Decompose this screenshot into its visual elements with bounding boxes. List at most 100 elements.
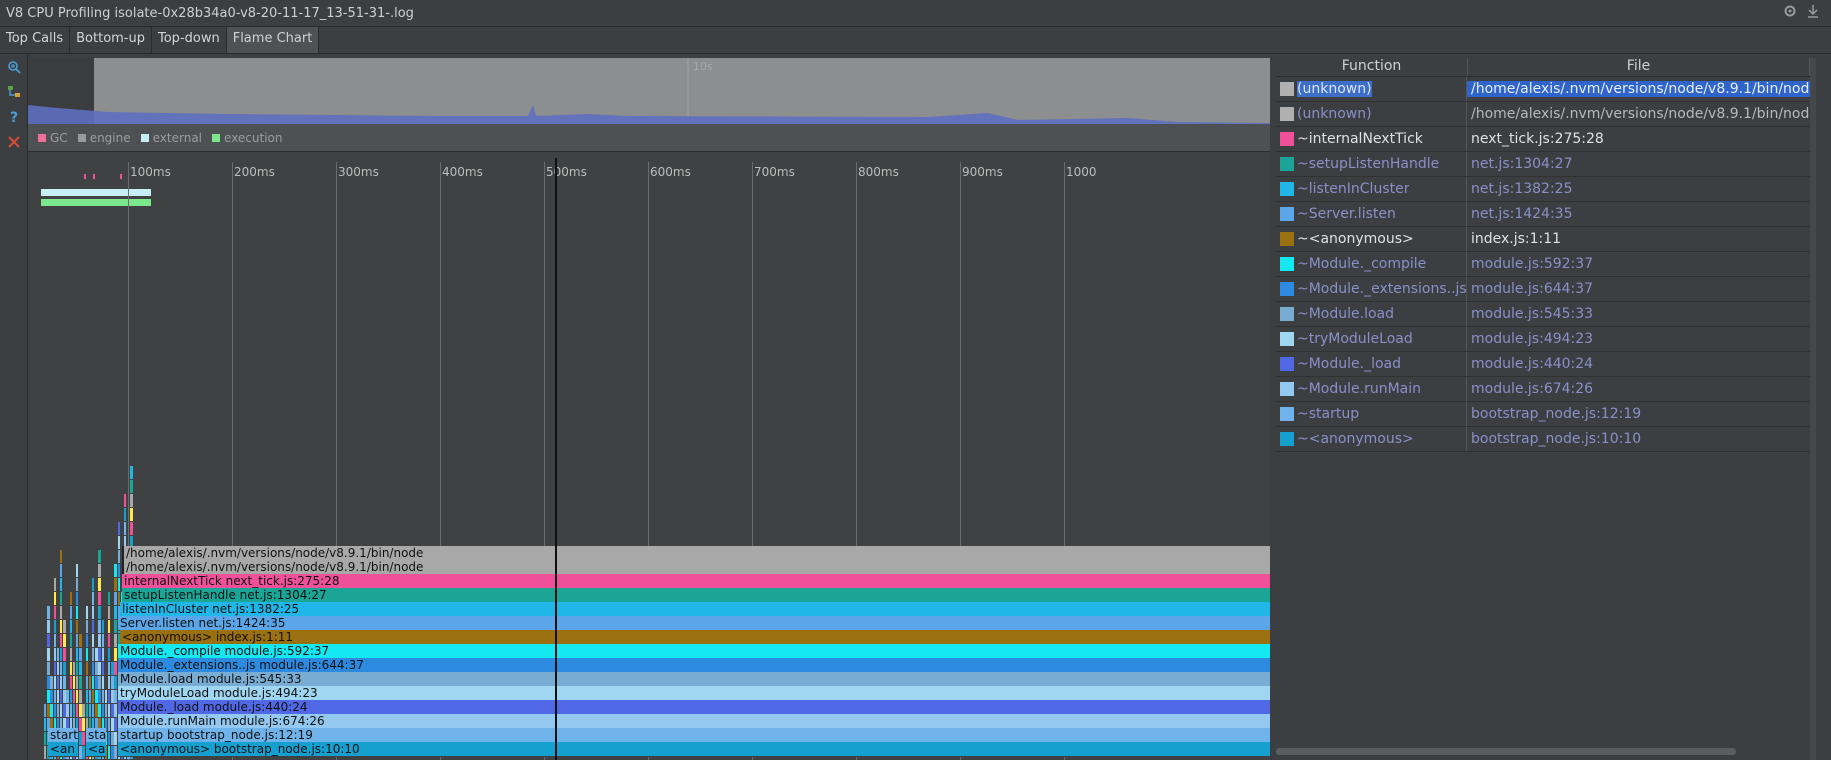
stack-frame[interactable] <box>114 620 117 633</box>
stack-frame[interactable] <box>69 648 72 661</box>
stack-frame[interactable] <box>69 704 72 717</box>
stack-frame[interactable] <box>53 704 56 717</box>
stack-frame[interactable] <box>69 676 72 689</box>
stack-frame[interactable] <box>92 704 95 717</box>
stack-frame[interactable] <box>76 690 79 703</box>
stack-frame[interactable] <box>108 718 111 731</box>
flame-frame[interactable]: Module._extensions..js module.js:644:37 <box>118 658 1270 673</box>
flame-frame[interactable]: setupListenHandle net.js:1304:27 <box>122 588 1270 603</box>
stack-frame[interactable] <box>130 466 133 479</box>
stack-frame[interactable] <box>72 704 76 717</box>
stack-frame[interactable] <box>117 536 120 549</box>
stack-frame[interactable] <box>98 578 101 591</box>
stack-frame[interactable] <box>72 690 76 703</box>
stack-frame[interactable] <box>114 578 117 591</box>
stack-frame[interactable] <box>114 746 117 759</box>
function-row[interactable]: ~listenInCluster net.js:1382:25 <box>1276 177 1810 202</box>
time-cursor[interactable] <box>555 158 557 760</box>
stack-frame[interactable] <box>60 550 63 563</box>
stack-frame[interactable] <box>101 620 104 633</box>
stack-frame[interactable] <box>44 704 47 717</box>
stack-frame[interactable] <box>60 704 63 717</box>
help-icon[interactable]: ? <box>0 104 27 129</box>
flame-frame[interactable]: /home/alexis/.nvm/versions/node/v8.9.1/b… <box>122 546 1270 561</box>
stack-frame[interactable] <box>108 606 111 619</box>
stack-frame[interactable] <box>60 606 63 619</box>
flame-frame[interactable]: Server.listen net.js:1424:35 <box>118 616 1270 631</box>
flame-frame[interactable]: <anonymous> bootstrap_node.js:10:10 <box>118 742 1270 757</box>
tab-flame-chart[interactable]: Flame Chart <box>226 27 320 53</box>
stack-frame[interactable] <box>53 606 56 619</box>
stack-frame[interactable] <box>79 662 82 675</box>
stack-frame[interactable] <box>76 676 79 689</box>
stack-frame[interactable] <box>111 746 114 759</box>
stack-frame[interactable] <box>111 676 114 689</box>
stack-frame[interactable] <box>98 592 101 605</box>
stack-frame[interactable] <box>92 578 95 591</box>
stack-frame[interactable] <box>44 718 47 731</box>
stack-frame[interactable] <box>98 662 101 675</box>
function-row[interactable]: ~startup bootstrap_node.js:12:19 <box>1276 402 1810 427</box>
stack-frame[interactable] <box>92 606 95 619</box>
function-row[interactable]: ~Module.runMain module.js:674:26 <box>1276 377 1810 402</box>
stack-frame[interactable] <box>117 578 120 591</box>
stack-frame[interactable] <box>85 606 88 619</box>
stack-frame[interactable] <box>98 606 101 619</box>
stack-frame[interactable] <box>50 676 53 689</box>
flame-frame-small[interactable]: <an <box>48 742 78 757</box>
stack-frame[interactable] <box>114 662 117 675</box>
stack-frame[interactable] <box>88 676 92 689</box>
stack-frame[interactable] <box>76 620 79 633</box>
stack-frame[interactable] <box>104 690 108 703</box>
stack-frame[interactable] <box>108 732 111 745</box>
stack-frame[interactable] <box>92 662 95 675</box>
stack-frame[interactable] <box>108 746 111 759</box>
flame-frame[interactable]: internalNextTick next_tick.js:275:28 <box>122 574 1270 589</box>
stack-frame[interactable] <box>98 564 101 577</box>
stack-frame[interactable] <box>66 704 69 717</box>
stack-frame[interactable] <box>44 732 47 745</box>
stack-frame[interactable] <box>85 648 88 661</box>
stack-frame[interactable] <box>130 494 133 507</box>
flame-frame[interactable]: startup bootstrap_node.js:12:19 <box>118 728 1270 743</box>
stack-frame[interactable] <box>111 704 114 717</box>
stack-frame[interactable] <box>60 578 63 591</box>
flame-frame[interactable]: tryModuleLoad module.js:494:23 <box>118 686 1270 701</box>
stack-frame[interactable] <box>130 508 133 521</box>
stack-frame[interactable] <box>92 690 95 703</box>
stack-frame[interactable] <box>63 690 66 703</box>
flame-frame-small[interactable]: <a <box>86 742 106 757</box>
stack-frame[interactable] <box>47 704 50 717</box>
stack-frame[interactable] <box>92 592 95 605</box>
gear-icon[interactable] <box>1783 4 1797 22</box>
stack-frame[interactable] <box>50 704 53 717</box>
timeline-overview[interactable]: 10s <box>28 58 1270 124</box>
stack-frame[interactable] <box>60 690 63 703</box>
stack-frame[interactable] <box>124 508 127 521</box>
stack-frame[interactable] <box>63 662 66 675</box>
stack-frame[interactable] <box>79 732 82 745</box>
stack-frame[interactable] <box>79 676 82 689</box>
stack-frame[interactable] <box>69 634 72 647</box>
function-row[interactable]: ~Server.listen net.js:1424:35 <box>1276 202 1810 227</box>
stack-frame[interactable] <box>98 550 101 563</box>
tab-top-down[interactable]: Top-down <box>152 27 227 53</box>
stack-frame[interactable] <box>60 620 63 633</box>
stack-frame[interactable] <box>53 648 56 661</box>
stack-frame[interactable] <box>117 550 120 563</box>
stack-frame[interactable] <box>117 564 120 577</box>
stack-frame[interactable] <box>114 676 117 689</box>
stack-frame[interactable] <box>108 704 111 717</box>
stack-frame[interactable] <box>56 690 60 703</box>
stack-frame[interactable] <box>98 648 101 661</box>
stack-frame[interactable] <box>95 704 98 717</box>
stack-frame[interactable] <box>101 634 104 647</box>
flame-frame[interactable]: /home/alexis/.nvm/versions/node/v8.9.1/b… <box>122 560 1270 575</box>
flame-frame[interactable]: Module._compile module.js:592:37 <box>118 644 1270 659</box>
function-row[interactable]: ~<anonymous> index.js:1:11 <box>1276 227 1810 252</box>
function-row[interactable]: ~Module._load module.js:440:24 <box>1276 352 1810 377</box>
stack-frame[interactable] <box>44 746 47 759</box>
function-row[interactable]: ~Module._extensions..js module.js:644:37 <box>1276 277 1810 302</box>
column-file[interactable]: File <box>1468 58 1810 76</box>
stack-frame[interactable] <box>47 662 50 675</box>
